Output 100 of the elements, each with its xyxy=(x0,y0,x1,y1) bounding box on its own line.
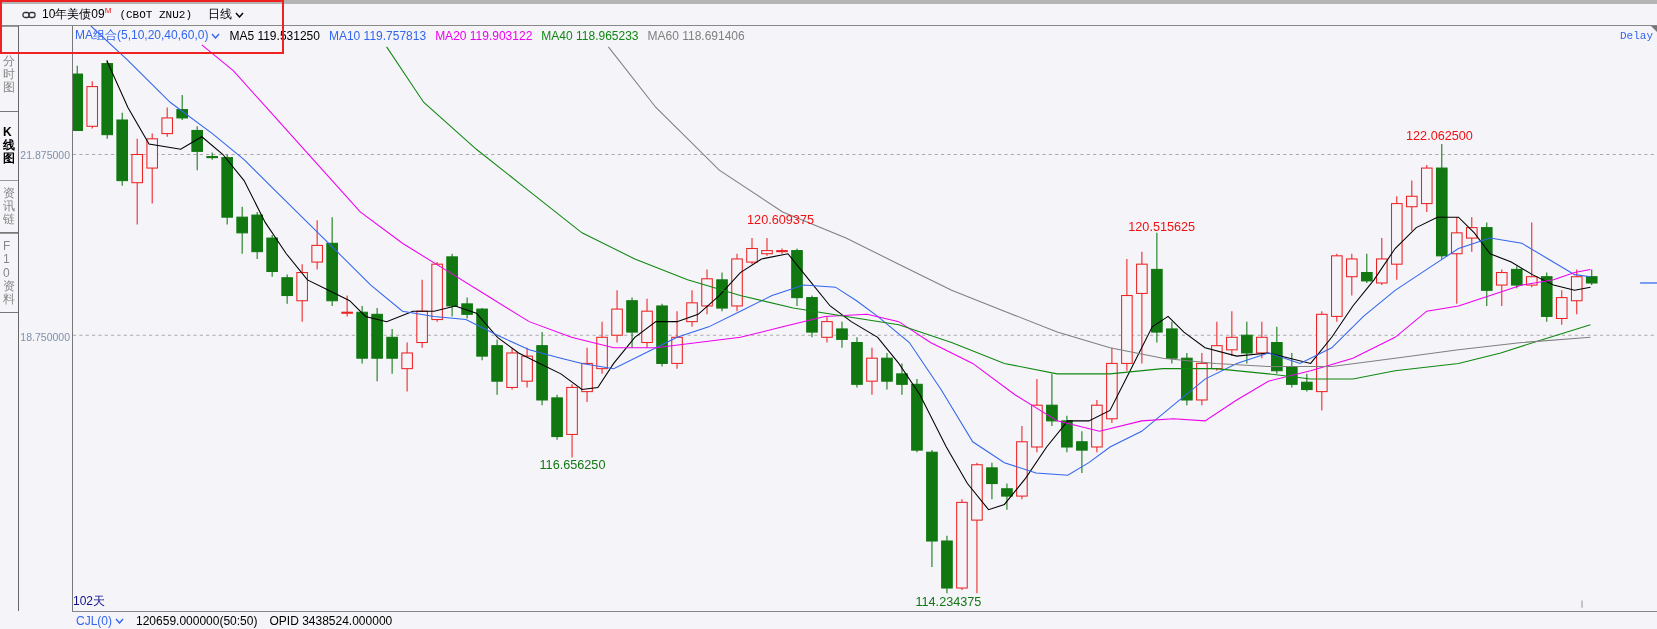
candlestick xyxy=(431,261,443,323)
candlestick xyxy=(731,253,743,312)
candlestick xyxy=(341,295,353,317)
link-icon[interactable] xyxy=(22,10,36,19)
candlestick xyxy=(791,248,803,307)
chevron-icon xyxy=(211,32,221,39)
candlestick xyxy=(1181,352,1193,406)
price-annotation: 120.609375 xyxy=(747,213,814,228)
price-annotation: 122.062500 xyxy=(1406,128,1473,143)
candlestick xyxy=(1211,321,1223,372)
candlestick xyxy=(1076,430,1088,474)
candlestick xyxy=(1271,326,1283,375)
candlestick xyxy=(1001,483,1013,511)
indicator-value: MA10 119.757813 xyxy=(328,28,427,43)
candlestick xyxy=(656,303,668,368)
candlestick xyxy=(1301,373,1313,393)
candlestick xyxy=(1286,352,1298,388)
day-count-label: 102天 xyxy=(73,593,106,610)
candlestick xyxy=(236,206,248,255)
candlestick xyxy=(521,347,533,388)
candlestick xyxy=(1540,272,1553,323)
candlestick xyxy=(671,310,683,370)
candlestick xyxy=(551,394,563,441)
candlestick xyxy=(356,305,368,364)
candlestick xyxy=(986,462,998,500)
candlestick xyxy=(1226,310,1238,357)
candlestick xyxy=(461,297,473,320)
candlestick xyxy=(401,342,413,393)
chevron-icon xyxy=(115,617,124,624)
candlestick xyxy=(86,80,99,129)
candlestick xyxy=(776,248,788,255)
candlestick xyxy=(1465,216,1478,253)
open-interest-value: OPID 3438524.000000 xyxy=(269,613,393,628)
candlestick xyxy=(1061,415,1073,453)
candlestick xyxy=(176,94,188,121)
candlestick xyxy=(1256,321,1268,359)
candlestick xyxy=(1525,221,1538,288)
side-tab[interactable]: 资讯链 xyxy=(0,179,18,234)
price-annotation: 120.515625 xyxy=(1128,219,1196,234)
candlestick xyxy=(641,298,653,349)
candlestick xyxy=(146,133,158,205)
candlestick xyxy=(686,289,698,328)
delay-label: Delay xyxy=(1620,30,1653,42)
candlestick xyxy=(1196,352,1208,406)
period-dropdown[interactable]: 日线 xyxy=(208,6,244,23)
candlestick xyxy=(221,153,233,225)
candlestick xyxy=(1421,164,1433,213)
candlestick xyxy=(446,253,458,317)
candlestick xyxy=(1346,253,1358,297)
candlestick xyxy=(611,289,623,344)
price-axis-label: 21.875000 xyxy=(20,149,70,162)
candlestick xyxy=(1331,253,1343,323)
candlestick xyxy=(1570,268,1583,315)
candlestick xyxy=(596,321,608,375)
candlestick xyxy=(1495,268,1508,307)
instrument-title: 10年美债09$^{M}$ xyxy=(42,6,112,23)
indicator-value: MA20 119.903122 xyxy=(435,28,533,43)
price-marker xyxy=(1639,282,1657,284)
candlestick xyxy=(761,237,773,257)
candlestick xyxy=(626,297,638,349)
candlestick xyxy=(1046,373,1058,427)
candlestick xyxy=(266,234,278,278)
candlestick xyxy=(716,272,728,312)
candlestick xyxy=(416,279,428,349)
candlestick xyxy=(476,307,488,361)
candlestick xyxy=(851,336,863,388)
indicator-value: MA40 118.965233 xyxy=(541,28,639,43)
candlestick xyxy=(881,352,893,391)
candlestick xyxy=(1166,321,1178,364)
candlestick xyxy=(1406,180,1418,232)
candlestick xyxy=(1241,321,1253,364)
instrument-code: (CBOT ZNU2) xyxy=(119,8,192,21)
candlestick xyxy=(746,237,758,265)
candlestick xyxy=(206,151,218,161)
candlestick xyxy=(1555,289,1568,326)
corner-triangle-icon xyxy=(1651,26,1657,32)
side-tab[interactable]: F10资料 xyxy=(0,233,18,314)
price-annotation: 116.656250 xyxy=(539,458,606,472)
candlestick xyxy=(191,125,203,171)
candlestick xyxy=(581,347,593,403)
price-annotation: 114.234375 xyxy=(915,594,982,609)
candlestick xyxy=(1510,265,1523,289)
candlestick xyxy=(311,219,323,270)
chevron-icon xyxy=(235,11,244,18)
candlestick xyxy=(251,211,263,260)
candlestick xyxy=(281,274,293,305)
candlestick xyxy=(1585,268,1598,286)
candlestick xyxy=(161,106,173,138)
candlestick xyxy=(491,338,503,396)
indicator-value: MA60 118.691406 xyxy=(647,28,745,43)
candlestick xyxy=(296,263,308,323)
volume-indicator-dropdown[interactable]: CJL(0) xyxy=(76,613,124,628)
candlestick xyxy=(1091,399,1103,453)
candlestick xyxy=(506,347,518,391)
candlestick xyxy=(1376,237,1388,286)
candlestick xyxy=(73,65,84,131)
candlestick xyxy=(386,328,398,375)
candlestick xyxy=(821,315,833,344)
price-axis-label: 18.750000 xyxy=(20,330,70,343)
volume-value: 120659.000000(50:50) xyxy=(136,613,258,628)
